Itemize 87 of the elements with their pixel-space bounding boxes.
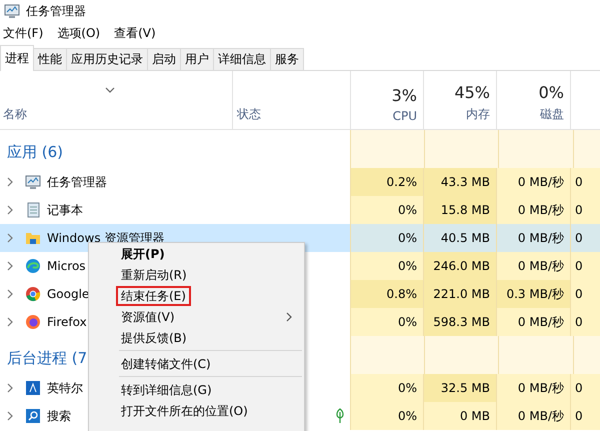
table-cell: 0% — [350, 308, 423, 336]
expand-chevron-icon[interactable] — [7, 233, 13, 243]
context-menu-item[interactable]: 创建转储文件(C) — [89, 353, 304, 374]
table-cell: 0 MB/秒 — [496, 224, 570, 252]
wave-globe-icon — [25, 258, 41, 274]
expand-chevron-icon[interactable] — [7, 289, 13, 299]
tab[interactable]: 用户 — [180, 48, 214, 70]
table-cell: 0 MB/秒 — [496, 168, 570, 196]
context-menu-item[interactable]: 资源值(V) — [89, 306, 304, 327]
process-name: Micros — [47, 259, 86, 273]
process-name: 记事本 — [47, 202, 83, 218]
monitor-icon — [4, 3, 20, 19]
table-cell: 0 — [570, 280, 600, 308]
usage-percent: 0% — [538, 83, 564, 102]
table-cell: 0 — [570, 308, 600, 336]
context-menu-item[interactable]: 提供反馈(B) — [89, 327, 304, 348]
expand-chevron-icon[interactable] — [7, 383, 13, 393]
table-cell: 0 MB — [423, 402, 496, 430]
column-header[interactable]: 名称 — [3, 106, 27, 123]
process-name: Google — [47, 287, 90, 301]
table-cell: 0 — [570, 168, 600, 196]
usage-percent: 3% — [392, 86, 417, 105]
tricolor-circle-icon — [25, 286, 41, 302]
table-cell: 246.0 MB — [423, 252, 496, 280]
menu-item[interactable]: 选项(O) — [57, 24, 100, 42]
table-cell: 40.5 MB — [423, 224, 496, 252]
table-cell: 0 — [570, 402, 600, 430]
process-name: 英特尔 — [47, 380, 83, 396]
table-cell: 0.3 MB/秒 — [496, 280, 570, 308]
table-cell: 32.5 MB — [423, 374, 496, 402]
context-menu-item[interactable]: 重新启动(R) — [89, 264, 304, 285]
tab[interactable]: 详细信息 — [213, 48, 271, 70]
notepad-icon — [25, 202, 41, 218]
expand-chevron-icon[interactable] — [7, 411, 13, 421]
table-cell: 0 — [570, 196, 600, 224]
group-heading: 后台进程 (7 — [7, 349, 88, 368]
table-cell: 0 — [570, 224, 600, 252]
context-menu-item[interactable]: 转到详细信息(G) — [89, 379, 304, 400]
monitor-icon — [25, 174, 41, 190]
sort-chevron-icon[interactable] — [105, 87, 115, 93]
table-cell: 0% — [350, 374, 423, 402]
expand-chevron-icon[interactable] — [7, 317, 13, 327]
column-header[interactable]: 状态 — [237, 106, 261, 123]
column-header[interactable]: CPU — [392, 109, 417, 123]
table-cell: 0 MB/秒 — [496, 196, 570, 224]
process-name: 任务管理器 — [47, 174, 107, 190]
tab[interactable]: 服务 — [270, 48, 304, 70]
table-cell: 598.3 MB — [423, 308, 496, 336]
tab[interactable]: 性能 — [33, 48, 67, 70]
search-icon — [25, 408, 41, 424]
process-name: Firefox — [47, 315, 87, 329]
expand-chevron-icon[interactable] — [7, 205, 13, 215]
table-cell: 0 MB/秒 — [496, 308, 570, 336]
tab[interactable]: 进程 — [0, 45, 34, 71]
column-header[interactable]: 内存 — [466, 106, 490, 123]
table-cell: 0% — [350, 196, 423, 224]
process-name: 搜索 — [47, 408, 71, 424]
table-cell: 0 — [570, 252, 600, 280]
table-cell: 0 MB/秒 — [496, 252, 570, 280]
usage-percent: 45% — [454, 83, 490, 102]
tab[interactable]: 启动 — [147, 48, 181, 70]
expand-chevron-icon[interactable] — [7, 261, 13, 271]
table-cell: 43.3 MB — [423, 168, 496, 196]
context-menu-item[interactable]: 打开文件所在的位置(O) — [89, 400, 304, 421]
expand-chevron-icon[interactable] — [7, 177, 13, 187]
tab[interactable]: 应用历史记录 — [66, 48, 148, 70]
column-header[interactable]: 磁盘 — [540, 106, 564, 123]
app-tile-icon — [25, 380, 41, 396]
table-cell: 0% — [350, 402, 423, 430]
table-cell: 0 MB/秒 — [496, 374, 570, 402]
fox-globe-icon — [25, 314, 41, 330]
table-cell: 0% — [350, 224, 423, 252]
menu-item[interactable]: 查看(V) — [114, 24, 156, 42]
table-cell: 15.8 MB — [423, 196, 496, 224]
table-cell: 0.8% — [350, 280, 423, 308]
folder-icon — [25, 230, 41, 246]
table-cell: 0 — [570, 374, 600, 402]
table-cell: 221.0 MB — [423, 280, 496, 308]
group-heading: 应用 (6) — [7, 143, 64, 162]
context-menu-item[interactable]: 结束任务(E) — [89, 285, 304, 306]
window-title: 任务管理器 — [26, 2, 86, 20]
table-cell: 0 MB/秒 — [496, 402, 570, 430]
table-cell: 0% — [350, 252, 423, 280]
empty-cell — [573, 336, 600, 374]
empty-cell — [573, 130, 600, 168]
menu-item[interactable]: 文件(F) — [3, 24, 44, 42]
table-cell: 0.2% — [350, 168, 423, 196]
